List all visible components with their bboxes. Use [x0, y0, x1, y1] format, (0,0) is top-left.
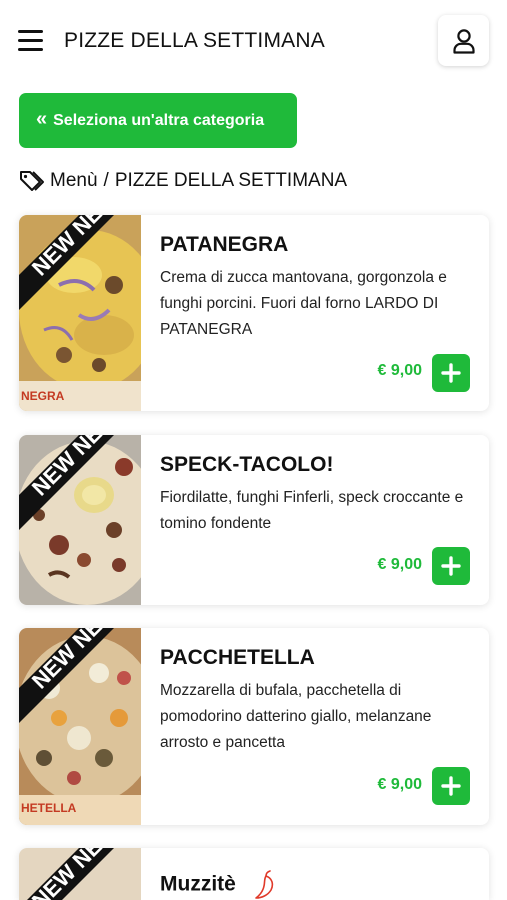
user-icon: [452, 28, 475, 54]
tags-icon: [20, 171, 44, 191]
image-caption: HETELLA: [21, 801, 77, 815]
breadcrumb: Menù / PIZZE DELLA SETTIMANA: [19, 169, 347, 193]
product-card[interactable]: NEW NEW SPECK-TACOLO! Fiordilatte, fungh…: [19, 435, 489, 605]
plus-icon: [441, 363, 461, 383]
top-bar: PIZZE DELLA SETTIMANA: [0, 0, 507, 82]
menu-icon[interactable]: [18, 30, 43, 51]
plus-icon: [441, 556, 461, 576]
select-category-button[interactable]: « Seleziona un'altra categoria: [19, 93, 297, 148]
add-to-cart-button[interactable]: [432, 354, 470, 392]
product-image: NEW NEW: [19, 848, 141, 900]
chili-pepper-icon: [254, 870, 273, 899]
product-description: Mozzarella di bufala, pacchetella di pom…: [160, 682, 432, 751]
product-price: € 9,00: [377, 556, 422, 573]
product-name: PATANEGRA: [160, 233, 289, 256]
add-to-cart-button[interactable]: [432, 767, 470, 805]
product-card[interactable]: NEW NEW Muzzitè: [19, 848, 489, 900]
image-caption: NEGRA: [21, 389, 65, 403]
product-description: Fiordilatte, funghi Finferli, speck croc…: [160, 489, 464, 532]
product-description: Crema di zucca mantovana, gorgonzola e f…: [160, 269, 447, 338]
select-category-label: Seleziona un'altra categoria: [53, 111, 265, 129]
product-image: NEW NEW NEGRA: [19, 215, 141, 411]
add-to-cart-button[interactable]: [432, 547, 470, 585]
product-card[interactable]: NEW NEW HETELLA PACCHETELLA Mozzarella d…: [19, 628, 489, 825]
product-image: NEW NEW HETELLA: [19, 628, 141, 825]
plus-icon: [441, 776, 461, 796]
product-name: SPECK-TACOLO!: [160, 453, 334, 476]
account-button[interactable]: [438, 15, 489, 66]
product-name: PACCHETELLA: [160, 646, 315, 669]
product-price: € 9,00: [377, 776, 422, 793]
breadcrumb-current: PIZZE DELLA SETTIMANA: [114, 170, 348, 191]
product-name: Muzzitè: [160, 872, 236, 896]
double-chevron-left-icon: «: [36, 108, 48, 130]
product-price: € 9,00: [377, 362, 422, 379]
breadcrumb-separator: /: [103, 170, 109, 191]
product-image: NEW NEW: [19, 435, 141, 605]
product-name-row: Muzzitè: [160, 870, 276, 900]
product-card[interactable]: NEW NEW NEGRA PATANEGRA Crema di zucca m…: [19, 215, 489, 411]
page-title: PIZZE DELLA SETTIMANA: [64, 29, 325, 52]
breadcrumb-menu-link[interactable]: Menù: [50, 170, 98, 192]
